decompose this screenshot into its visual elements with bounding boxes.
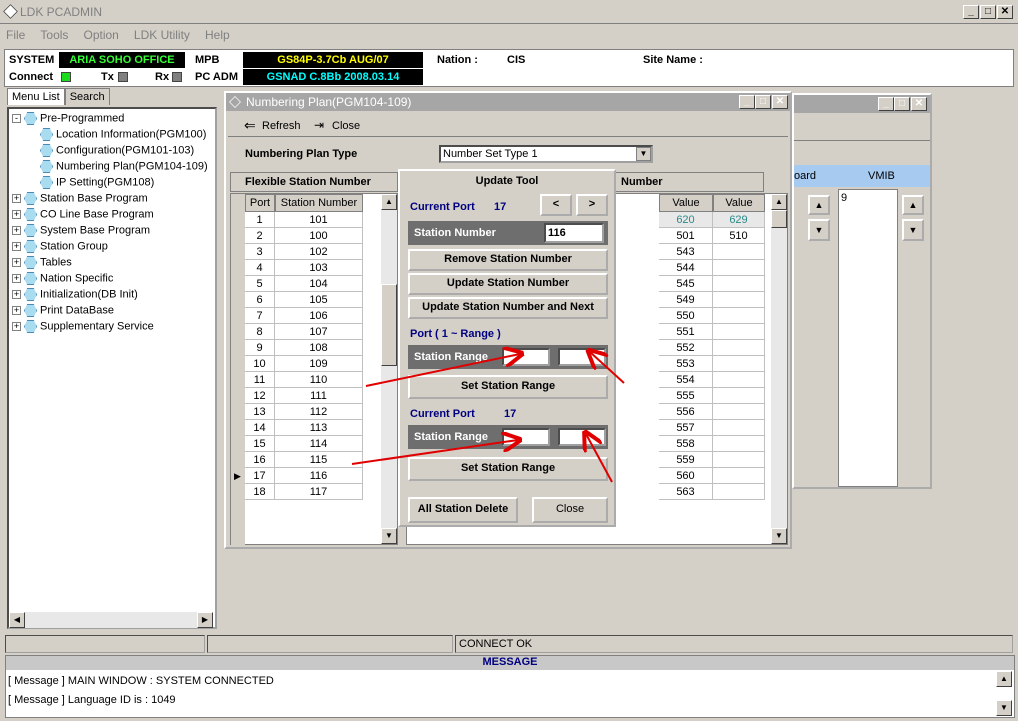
arrow-1-icon	[365, 354, 520, 387]
message-line-1: [ Message ] MAIN WINDOW : SYSTEM CONNECT…	[8, 675, 274, 687]
arrow-2-icon	[590, 352, 625, 384]
arrow-3-icon	[351, 440, 518, 465]
status-pane-2	[207, 635, 453, 653]
arrow-4-icon	[586, 434, 613, 483]
status-pane-1	[5, 635, 205, 653]
msg-scroll-down-button[interactable]: ▼	[996, 700, 1012, 716]
connect-status: CONNECT OK	[455, 635, 1013, 653]
message-header: MESSAGE	[6, 656, 1014, 670]
msg-scroll-up-button[interactable]: ▲	[996, 671, 1012, 687]
status-line: CONNECT OK	[5, 635, 1015, 653]
message-panel: MESSAGE [ Message ] MAIN WINDOW : SYSTEM…	[5, 655, 1015, 718]
message-line-2: [ Message ] Language ID is : 1049	[8, 694, 176, 706]
annotation-arrows	[351, 0, 625, 483]
